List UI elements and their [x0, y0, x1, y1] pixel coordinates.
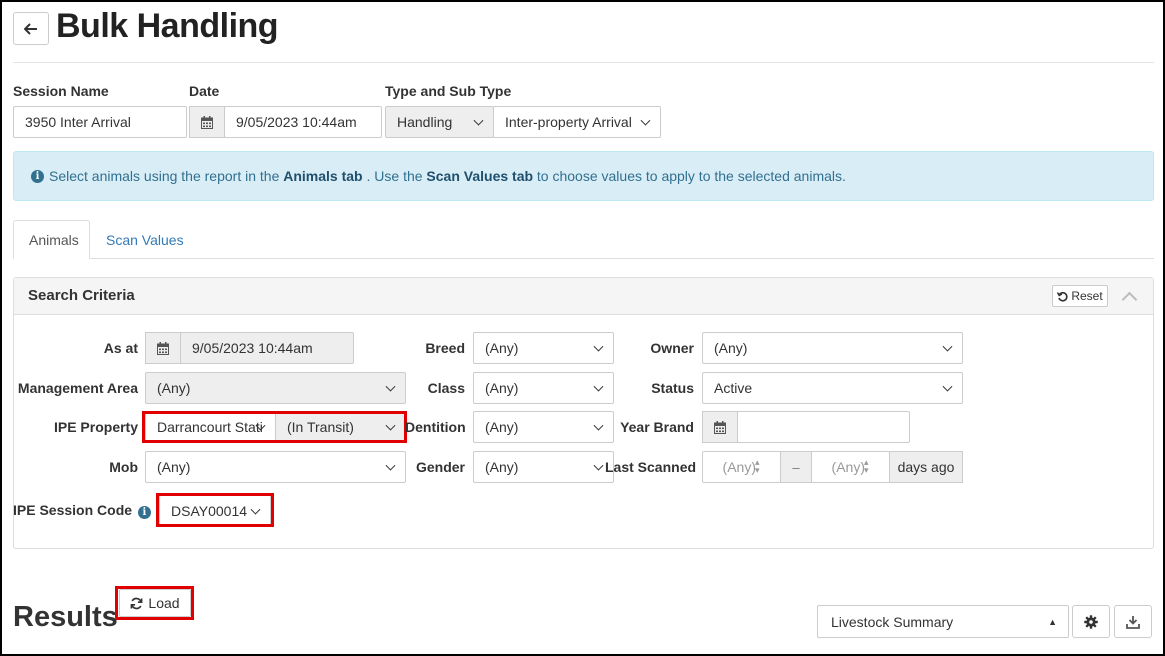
year-brand-input[interactable]: [737, 411, 910, 443]
info-icon: i: [31, 169, 44, 183]
highlight-ipe-property: [142, 411, 407, 443]
mob-select[interactable]: (Any): [145, 451, 406, 483]
breed-label: Breed: [425, 340, 465, 356]
highlight-load-button: [115, 586, 194, 620]
alert-text-2: . Use the: [366, 168, 423, 184]
class-label: Class: [427, 380, 465, 396]
caret-up-icon: ▲: [1048, 617, 1057, 627]
page-title: Bulk Handling: [56, 7, 279, 45]
calendar-icon: [145, 332, 181, 364]
dentition-label: Dentition: [405, 419, 466, 435]
session-name-input[interactable]: 3950 Inter Arrival: [13, 106, 187, 138]
download-icon: [1126, 615, 1140, 629]
panel-header: Search Criteria Reset: [14, 278, 1153, 315]
tab-scan-values[interactable]: Scan Values: [91, 220, 199, 259]
as-at-label: As at: [103, 340, 138, 356]
management-area-select[interactable]: (Any): [145, 372, 406, 404]
owner-select[interactable]: (Any): [702, 332, 963, 364]
alert-animals-tab: Animals tab: [283, 168, 363, 184]
calendar-icon[interactable]: [189, 106, 225, 138]
gender-label: Gender: [415, 459, 465, 475]
spinner-icon[interactable]: ▴ ▾: [755, 458, 760, 475]
results-title: Results: [13, 601, 118, 633]
tab-animals[interactable]: Animals: [13, 220, 90, 259]
ipe-property-label: IPE Property: [53, 419, 138, 435]
type-select[interactable]: Handling: [385, 106, 494, 138]
calendar-icon[interactable]: [702, 411, 738, 443]
last-scanned-from-input[interactable]: (Any): [702, 451, 781, 483]
gender-select[interactable]: (Any): [473, 451, 614, 483]
chevron-up-icon[interactable]: [1120, 286, 1140, 306]
download-button[interactable]: [1114, 605, 1152, 638]
breed-select[interactable]: (Any): [473, 332, 614, 364]
gear-icon: [1084, 614, 1098, 629]
alert-text-3: to choose values to apply to the selecte…: [536, 168, 846, 184]
year-brand-label: Year Brand: [620, 419, 694, 435]
owner-label: Owner: [650, 340, 694, 356]
last-scanned-to-input[interactable]: (Any): [811, 451, 890, 483]
type-subtype-label: Type and Sub Type: [385, 83, 512, 99]
dentition-select[interactable]: (Any): [473, 411, 614, 443]
date-label: Date: [189, 83, 220, 99]
info-alert: i Select animals using the report in the…: [13, 151, 1154, 201]
ipe-session-code-label: IPE Session Code i: [13, 502, 151, 519]
subtype-select[interactable]: Inter-property Arrival: [493, 106, 661, 138]
arrow-left-icon: [24, 22, 37, 35]
highlight-ipe-session-code: [156, 493, 274, 527]
session-name-label: Session Name: [13, 83, 109, 99]
reset-button[interactable]: Reset: [1052, 285, 1108, 307]
header-divider: [13, 62, 1154, 63]
settings-button[interactable]: [1072, 605, 1110, 638]
spinner-icon[interactable]: ▴ ▾: [864, 458, 869, 475]
search-criteria-title: Search Criteria: [28, 287, 135, 304]
status-label: Status: [651, 380, 694, 396]
back-button[interactable]: [13, 12, 49, 45]
alert-text-1: Select animals using the report in the: [49, 168, 280, 184]
undo-icon: [1057, 291, 1068, 302]
alert-scan-values-tab: Scan Values tab: [426, 168, 534, 184]
management-area-label: Management Area: [17, 380, 138, 396]
livestock-summary-select[interactable]: Livestock Summary ▲: [817, 605, 1069, 638]
last-scanned-separator: –: [780, 451, 812, 483]
last-scanned-unit: days ago: [889, 451, 963, 483]
as-at-input: 9/05/2023 10:44am: [180, 332, 354, 364]
reset-label: Reset: [1071, 289, 1103, 303]
date-input[interactable]: 9/05/2023 10:44am: [224, 106, 382, 138]
mob-label: Mob: [109, 459, 138, 475]
info-icon[interactable]: i: [137, 506, 151, 519]
last-scanned-label: Last Scanned: [605, 459, 697, 475]
status-select[interactable]: Active: [702, 372, 963, 404]
class-select[interactable]: (Any): [473, 372, 614, 404]
